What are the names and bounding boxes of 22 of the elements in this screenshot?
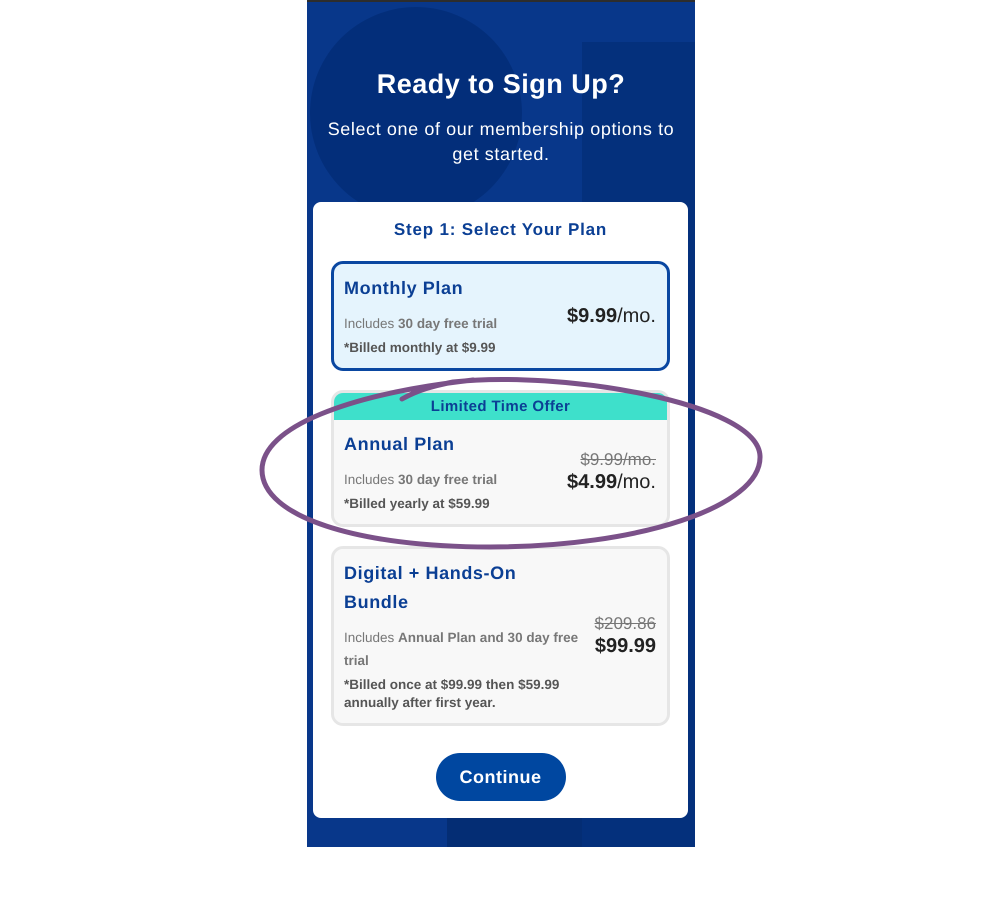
original-price: $209.86: [594, 614, 656, 634]
step-title: Step 1: Select Your Plan: [392, 219, 608, 241]
plan-price: $9.99/mo.: [567, 304, 656, 328]
continue-button[interactable]: Continue: [436, 753, 566, 801]
plan-includes: Includes 30 day free trial: [344, 471, 498, 489]
offer-banner: Limited Time Offer: [334, 393, 667, 420]
plan-name: Monthly Plan: [344, 277, 464, 300]
plan-name: Annual Plan: [344, 433, 456, 456]
plan-option[interactable]: Limited Time Offer Annual Plan Includes 30 day free trial *Billed yearly at $59.99 $9.99/mo. $4.99/mo.: [331, 390, 670, 527]
billing-note: *Billed monthly at $9.99: [344, 339, 497, 357]
plan-price: $4.99/mo.: [567, 470, 656, 494]
billing-note: *Billed yearly at $59.99: [344, 495, 491, 513]
plan-option[interactable]: Monthly Plan Includes 30 day free trial *Billed monthly at $9.99 $9.99/mo.: [331, 261, 670, 371]
plan-option[interactable]: Digital + Hands-On Bundle Includes Annual Plan and 30 day free trial *Billed once at $99.99 then $59.99 annually after first year. $209.86 $99.99: [331, 546, 670, 726]
page-subtitle: Select one of our membership options to get started.: [326, 118, 676, 166]
original-price: $9.99/mo.: [580, 450, 656, 470]
billing-note: *Billed once at $99.99 then $59.99 annually after first year.: [344, 676, 560, 712]
page-title: Ready to Sign Up?: [376, 68, 626, 100]
plan-includes: Includes Annual Plan and 30 day free trial: [344, 629, 580, 670]
plan-includes: Includes 30 day free trial: [344, 315, 498, 333]
plan-name: Digital + Hands-On Bundle: [344, 562, 518, 614]
plan-price: $99.99: [594, 634, 656, 658]
